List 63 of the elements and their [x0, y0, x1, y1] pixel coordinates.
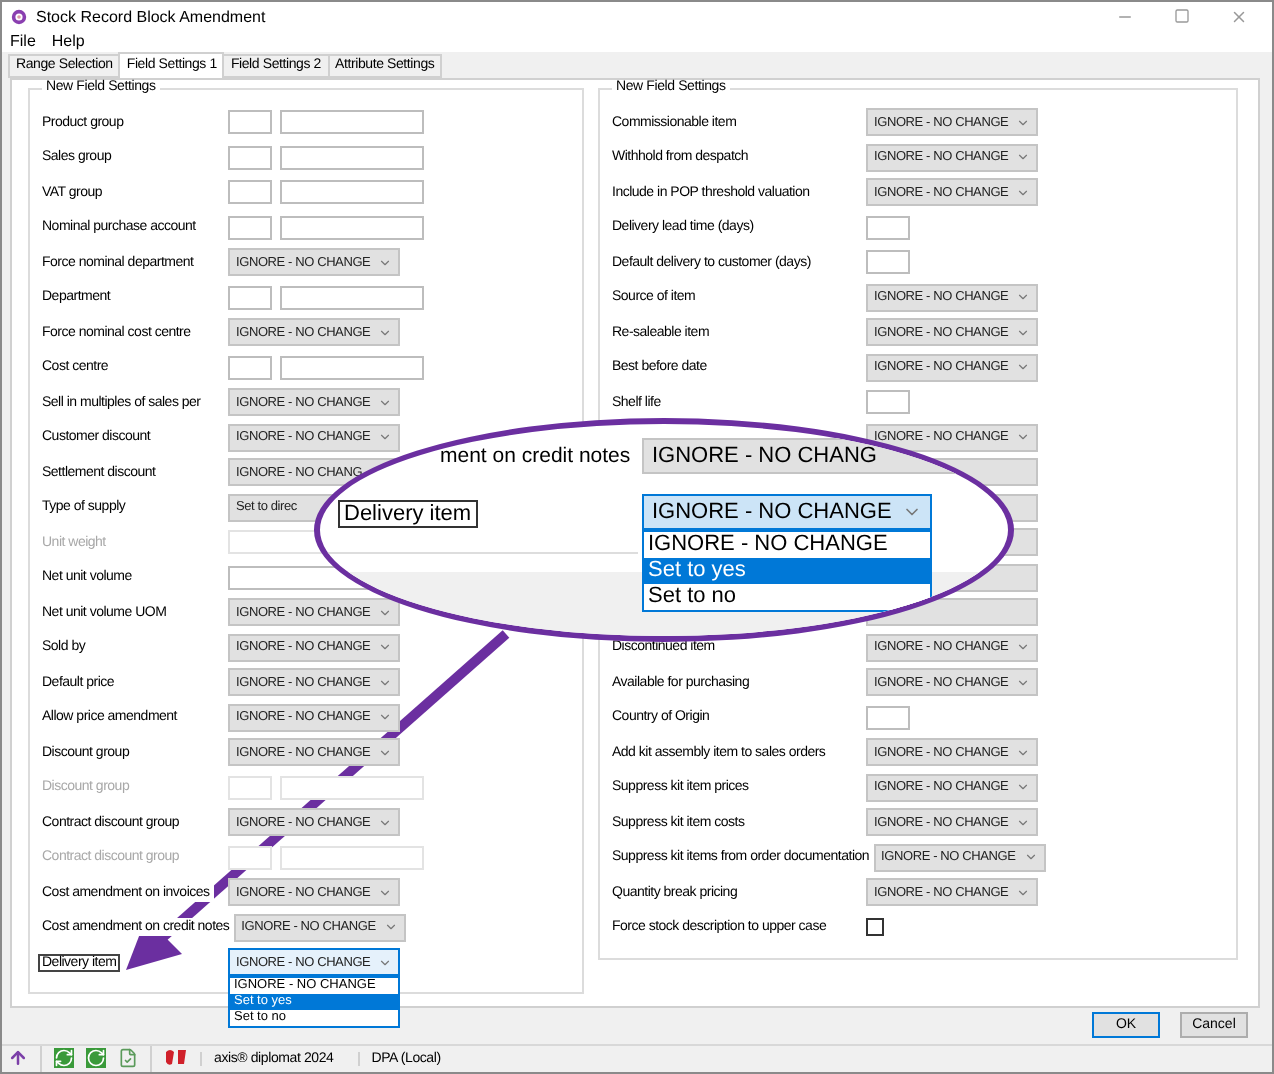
input-field[interactable]	[866, 215, 910, 240]
dropdown-option: Set to yes	[644, 558, 930, 584]
app-icon	[10, 7, 28, 26]
chevron-icon	[378, 325, 392, 340]
code-field[interactable]	[228, 775, 272, 800]
chevron-icon	[1016, 640, 1030, 655]
code-field[interactable]	[228, 355, 272, 380]
description-field[interactable]	[280, 775, 424, 800]
window-title: Stock Record Block Amendment	[36, 7, 266, 26]
description-field[interactable]	[280, 180, 424, 205]
code-field[interactable]	[228, 845, 272, 870]
check-document-icon[interactable]	[118, 1048, 138, 1069]
description-field[interactable]	[280, 845, 424, 870]
chevron-icon	[378, 605, 392, 620]
maximize-icon[interactable]	[1174, 7, 1190, 24]
description-field[interactable]	[280, 145, 424, 170]
chevron-icon	[1016, 360, 1030, 375]
code-field[interactable]	[228, 110, 272, 135]
chevron-icon	[1016, 675, 1030, 690]
chevron-icon	[378, 955, 392, 970]
close-icon[interactable]	[1230, 7, 1248, 26]
dropdown-option: Set to no	[644, 584, 930, 610]
up-arrow-icon[interactable]	[8, 1048, 28, 1069]
menu-item[interactable]: Help	[51, 32, 85, 51]
chevron-icon	[378, 640, 392, 655]
chevron-icon	[1016, 150, 1030, 165]
chevron-icon	[1016, 325, 1030, 340]
checkbox[interactable]	[866, 918, 884, 937]
chevron-icon	[1016, 115, 1030, 130]
logo-icon	[164, 1048, 188, 1069]
menu-item[interactable]: File	[10, 32, 36, 51]
chevron-icon	[378, 710, 392, 725]
chevron-icon	[378, 255, 392, 270]
chevron-icon	[378, 675, 392, 690]
chevron-icon	[1016, 290, 1030, 305]
description-field[interactable]	[280, 110, 424, 135]
chevron-icon	[383, 920, 398, 935]
chevron-icon	[1016, 745, 1030, 760]
chevron-icon	[1023, 850, 1038, 865]
input-field[interactable]	[866, 390, 910, 415]
refresh-icon[interactable]	[54, 1048, 74, 1069]
chevron-icon	[378, 430, 392, 445]
code-field[interactable]	[228, 285, 272, 310]
chevron-icon	[378, 885, 392, 900]
chevron-icon	[378, 395, 392, 410]
chevron-icon	[378, 745, 392, 760]
chevron-icon	[1016, 885, 1030, 900]
chevron-icon	[378, 815, 392, 830]
field-label: ment on credit notes	[440, 444, 631, 468]
code-field[interactable]	[228, 145, 272, 170]
description-field[interactable]	[280, 285, 424, 310]
field-label: Delivery item	[338, 500, 478, 528]
chevron-icon	[1016, 815, 1030, 830]
input-field[interactable]	[866, 250, 910, 275]
description-field[interactable]	[280, 215, 424, 240]
description-field[interactable]	[280, 355, 424, 380]
chevron-icon	[1016, 430, 1030, 445]
refresh-icon[interactable]	[86, 1048, 106, 1069]
input-field[interactable]	[866, 705, 910, 730]
code-field[interactable]	[228, 180, 272, 205]
chevron-icon	[1016, 185, 1030, 200]
code-field[interactable]	[228, 215, 272, 240]
chevron-icon	[1016, 780, 1030, 795]
